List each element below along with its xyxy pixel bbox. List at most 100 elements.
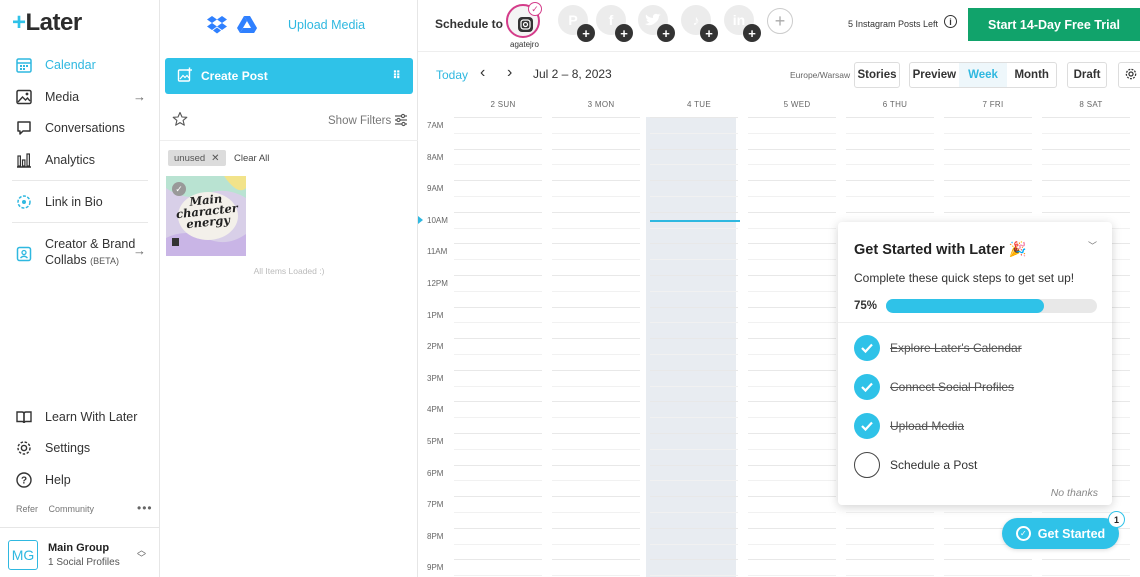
time-slot-line xyxy=(454,180,542,182)
day-column[interactable] xyxy=(450,117,540,577)
time-slot-line xyxy=(454,148,542,150)
profile-avatar-instagram[interactable]: ✓ xyxy=(506,2,542,38)
time-slot-line xyxy=(454,369,542,371)
filter-chip[interactable]: unused ✕ xyxy=(168,150,226,166)
upload-media-link[interactable]: Upload Media xyxy=(288,18,365,32)
day-column[interactable] xyxy=(548,117,638,577)
time-slot-line xyxy=(552,322,640,324)
day-column[interactable] xyxy=(744,117,834,577)
no-thanks-link[interactable]: No thanks xyxy=(1051,487,1098,499)
add-facebook-profile[interactable]: f + xyxy=(596,5,633,42)
get-started-button[interactable]: ✓ Get Started xyxy=(1002,518,1119,549)
stories-button[interactable]: Stories xyxy=(854,62,900,88)
time-slot-line xyxy=(748,559,836,561)
add-pinterest-profile[interactable]: P + xyxy=(558,5,595,42)
info-icon[interactable]: i xyxy=(944,15,957,28)
later-logo[interactable]: +Later xyxy=(12,9,82,37)
time-slot-line xyxy=(552,306,640,308)
sidebar-item-settings[interactable]: Settings xyxy=(14,436,150,460)
step-upload-media[interactable]: Upload Media xyxy=(854,413,964,439)
empty-circle-icon xyxy=(854,452,880,478)
time-slot-line xyxy=(944,196,1032,197)
day-column[interactable] xyxy=(646,117,736,577)
time-slot-line xyxy=(650,512,738,513)
sidebar-item-learn[interactable]: Learn With Later xyxy=(14,405,150,429)
sidebar-item-media[interactable]: Media → xyxy=(14,85,150,109)
preview-button[interactable]: Preview xyxy=(910,63,959,87)
time-slot-line xyxy=(650,132,738,134)
sidebar-item-help[interactable]: ? Help xyxy=(14,468,150,492)
time-slot-line xyxy=(650,369,738,371)
time-slot-line xyxy=(846,148,934,150)
day-header: 5 WED xyxy=(783,100,811,109)
add-profile-button[interactable]: + xyxy=(767,8,793,34)
time-slot-line xyxy=(748,448,836,450)
time-slot-line xyxy=(650,433,738,434)
date-range: Jul 2 – 8, 2023 xyxy=(533,67,612,81)
time-slot-line xyxy=(650,259,738,261)
clear-all-button[interactable]: Clear All xyxy=(234,153,269,164)
posts-left-text: 5 Instagram Posts Left xyxy=(848,19,939,29)
time-slot-line xyxy=(650,117,738,118)
refer-link[interactable]: Refer xyxy=(16,504,38,514)
time-slot-line xyxy=(454,480,542,482)
add-twitter-profile[interactable]: + xyxy=(638,5,675,42)
sidebar-item-conversations[interactable]: Conversations xyxy=(14,116,150,140)
time-slot-line xyxy=(748,180,836,182)
time-slot-line xyxy=(650,417,738,419)
draft-button[interactable]: Draft xyxy=(1067,62,1107,88)
drag-handle-icon[interactable]: ⠿ xyxy=(392,69,401,82)
select-check-icon[interactable]: ✓ xyxy=(172,182,186,196)
add-tiktok-profile[interactable]: ♪ + xyxy=(681,5,718,42)
time-slot-line xyxy=(552,575,640,577)
time-slot-line xyxy=(748,543,836,545)
chevron-left-icon[interactable]: ‹ xyxy=(480,64,485,82)
check-circle-icon xyxy=(854,335,880,361)
google-drive-icon[interactable] xyxy=(236,15,258,38)
filter-chip-label: unused xyxy=(174,152,206,164)
more-icon[interactable]: ••• xyxy=(137,501,153,515)
today-button[interactable]: Today xyxy=(436,68,468,82)
week-view-button[interactable]: Week xyxy=(958,63,1008,87)
time-slot-line xyxy=(650,354,738,355)
group-switcher[interactable]: MG Main Group 1 Social Profiles ︿ ﹀ xyxy=(0,527,160,577)
timezone-label[interactable]: Europe/Warsaw xyxy=(790,70,850,80)
show-filters-button[interactable]: Show Filters xyxy=(328,115,391,127)
calendar-settings-button[interactable] xyxy=(1118,62,1140,88)
sliders-icon[interactable] xyxy=(394,113,408,130)
chevron-right-icon[interactable]: › xyxy=(507,64,512,82)
sidebar-item-analytics[interactable]: Analytics xyxy=(14,148,150,172)
media-thumbnail[interactable]: ✓ Main character energy xyxy=(166,176,246,256)
time-slot-line xyxy=(944,512,1032,513)
time-slot-line xyxy=(1042,132,1130,134)
chevron-down-icon[interactable]: ﹀ xyxy=(1088,239,1097,252)
beta-badge: (BETA) xyxy=(90,256,120,266)
community-link[interactable]: Community xyxy=(49,504,95,514)
star-icon[interactable] xyxy=(172,111,188,130)
sidebar-item-link-in-bio[interactable]: Link in Bio xyxy=(14,190,150,214)
sidebar-item-creator-collabs[interactable]: Creator & Brand Collabs (BETA) → xyxy=(14,236,150,270)
step-connect-profiles[interactable]: Connect Social Profiles xyxy=(854,374,1014,400)
time-slot-line xyxy=(650,559,738,561)
month-view-button[interactable]: Month xyxy=(1007,63,1056,87)
step-schedule-post[interactable]: Schedule a Post xyxy=(854,452,977,478)
close-icon[interactable]: ✕ xyxy=(211,153,219,164)
time-slot-line xyxy=(454,543,542,545)
time-slot-line xyxy=(846,559,934,561)
start-trial-button[interactable]: Start 14-Day Free Trial xyxy=(968,8,1140,41)
create-post-button[interactable]: Create Post ⠿ xyxy=(165,58,413,94)
plus-icon: + xyxy=(700,24,718,42)
plus-icon: + xyxy=(743,24,761,42)
add-linkedin-profile[interactable]: in + xyxy=(724,5,761,42)
dropbox-icon[interactable] xyxy=(206,15,228,38)
time-slot-line xyxy=(650,448,738,450)
time-slot-line xyxy=(1042,164,1130,166)
time-slot-line xyxy=(552,417,640,419)
time-slot-line xyxy=(650,464,738,466)
sidebar: +Later Calendar Media → Conversations An… xyxy=(0,0,160,577)
sidebar-item-calendar[interactable]: Calendar xyxy=(14,53,150,77)
step-explore-calendar[interactable]: Explore Later's Calendar xyxy=(854,335,1022,361)
notification-badge: 1 xyxy=(1108,511,1125,528)
time-slot-line xyxy=(650,496,738,498)
time-slot-line xyxy=(454,243,542,245)
